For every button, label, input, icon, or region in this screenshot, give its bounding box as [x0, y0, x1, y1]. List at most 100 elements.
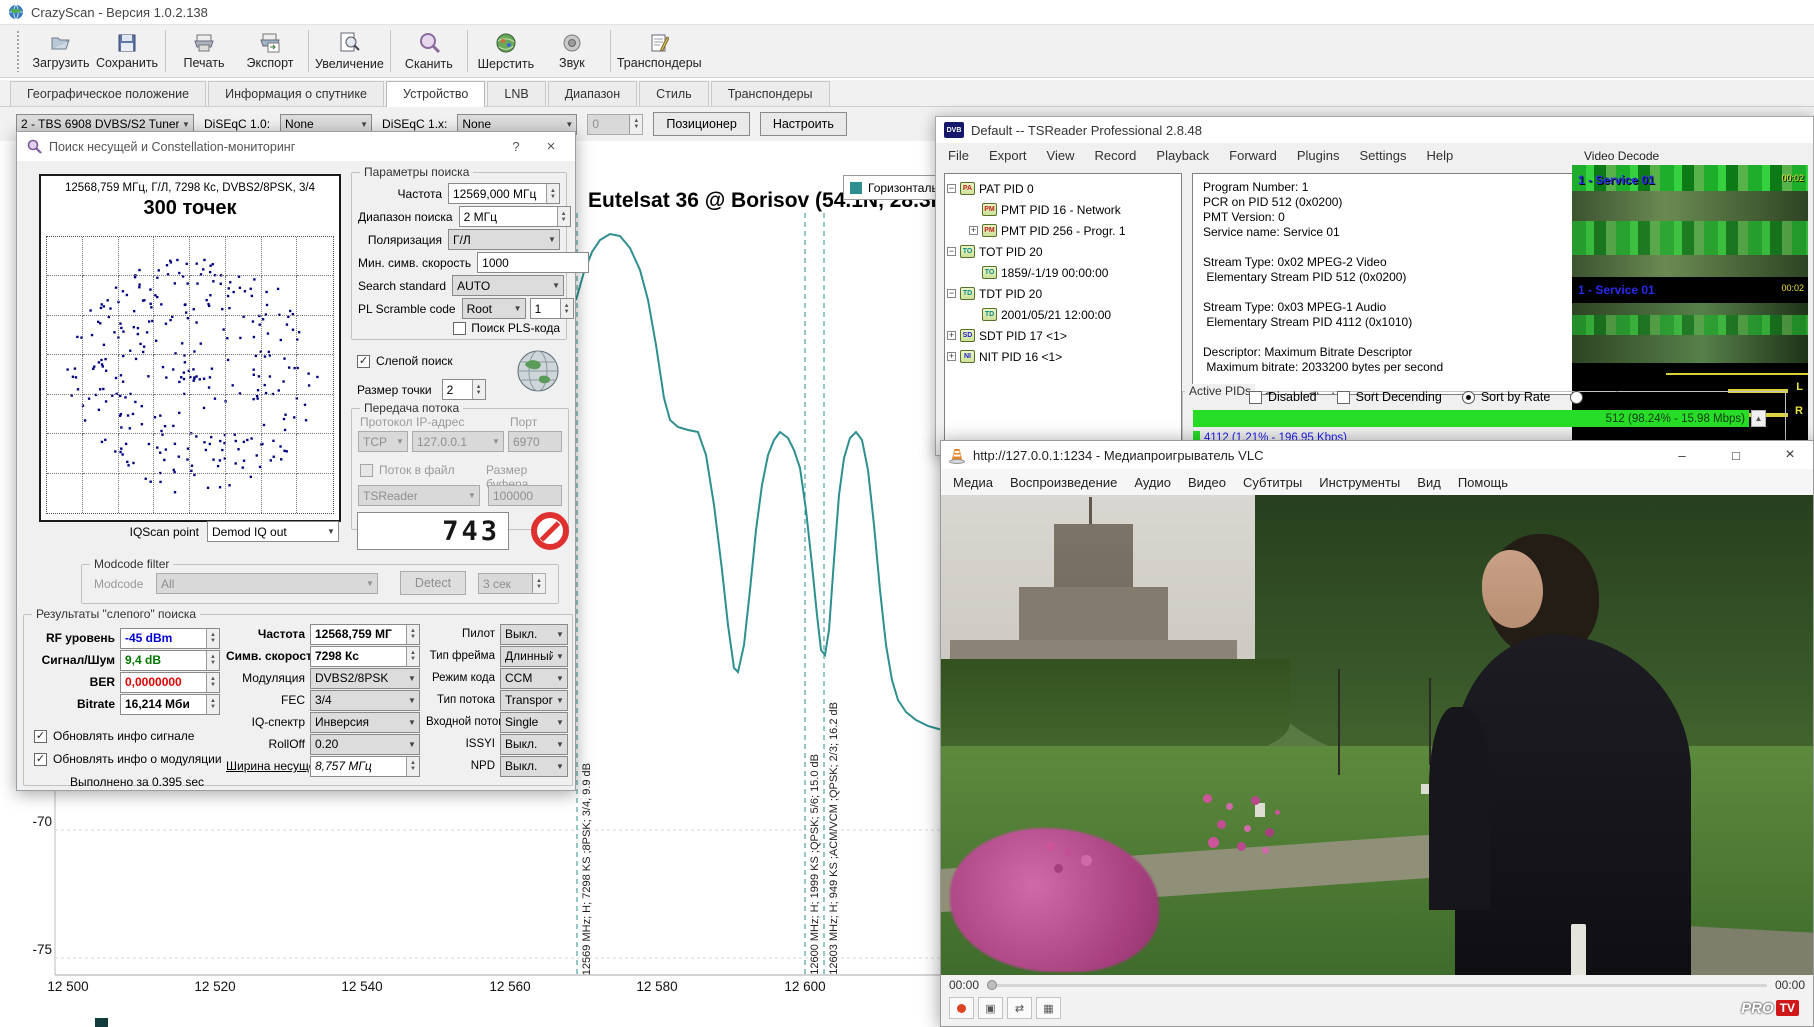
blind-search-checkbox[interactable] [357, 355, 370, 368]
spinner-icon[interactable]: ▲▼ [206, 651, 219, 670]
tree-expander-icon[interactable] [947, 289, 956, 298]
spinner-icon[interactable]: ▲▼ [406, 647, 419, 666]
port-input[interactable]: 6970 [508, 431, 562, 452]
zoom-button[interactable]: Увеличение [314, 27, 385, 75]
update-signal-checkbox[interactable] [34, 730, 47, 743]
menu-item[interactable]: View [1047, 148, 1075, 163]
pls-value-stepper[interactable]: 1▲▼ [530, 298, 574, 319]
menu-item[interactable]: Вид [1417, 475, 1441, 490]
result-freq-value[interactable]: 12568,759 МГ▲▼ [310, 624, 420, 645]
tree-item[interactable]: TO 1859/-1/19 00:00:00 [947, 262, 1179, 283]
sound-button[interactable]: Звук [539, 27, 605, 75]
carrier-width-label[interactable]: Ширина несущей [226, 759, 310, 773]
seek-slider[interactable] [987, 984, 1767, 987]
freq-input[interactable]: 12569,000 МГц▲▼ [448, 183, 560, 204]
frame-button[interactable]: ▦ [1036, 997, 1061, 1019]
pid-scroll-up-icon[interactable]: ▲ [1751, 410, 1766, 427]
spinner-icon[interactable]: ▲▼ [546, 184, 559, 203]
seek-handle[interactable] [987, 980, 997, 990]
menu-item[interactable]: Help [1426, 148, 1453, 163]
menu-item[interactable]: Forward [1229, 148, 1277, 163]
menu-item[interactable]: Помощь [1458, 475, 1508, 490]
tree-expander-icon[interactable] [947, 184, 956, 193]
detect-button[interactable]: Detect [400, 571, 466, 595]
disabled-checkbox[interactable] [1249, 391, 1262, 404]
menu-item[interactable]: Медиа [953, 475, 993, 490]
ber-value[interactable]: 0,0000000▲▼ [120, 672, 220, 693]
dialog-titlebar[interactable]: Поиск несущей и Constellation-мониторинг… [17, 132, 575, 161]
spinner-icon[interactable]: ▲▼ [560, 299, 573, 318]
tree-item[interactable]: NI NIT PID 16 <1> [947, 346, 1179, 367]
menu-item[interactable]: Plugins [1297, 148, 1340, 163]
spinner-icon[interactable]: ▲▼ [532, 574, 545, 593]
spinner-icon[interactable]: ▲▼ [206, 673, 219, 692]
loop-button[interactable]: ⇄ [1007, 997, 1032, 1019]
npd-select[interactable]: Выкл.▼ [500, 756, 568, 777]
modulation-select[interactable]: DVBS2/8PSK▼ [310, 668, 420, 689]
fec-select[interactable]: 3/4▼ [310, 690, 420, 711]
stream-type-select[interactable]: Transport▼ [500, 690, 568, 711]
range-input[interactable]: 2 МГц▲▼ [459, 206, 571, 227]
spinner-icon[interactable]: ▲▼ [206, 695, 219, 714]
spinner-icon[interactable]: ▲▼ [557, 207, 570, 226]
tab[interactable]: Географическое положение [10, 81, 206, 106]
tree-item[interactable]: SD SDT PID 17 <1> [947, 325, 1179, 346]
tree-expander-icon[interactable] [947, 352, 956, 361]
spinner-icon[interactable]: ▲▼ [472, 380, 485, 399]
menu-item[interactable]: Воспроизведение [1010, 475, 1117, 490]
tree-expander-icon[interactable] [969, 226, 978, 235]
save-button[interactable]: Сохранить [94, 27, 160, 75]
issyi-select[interactable]: Выкл.▼ [500, 734, 568, 755]
stop-icon[interactable] [531, 512, 569, 550]
symrate-value[interactable]: 7298 Кс▲▼ [310, 646, 420, 667]
export-button[interactable]: Экспорт [237, 27, 303, 75]
snapshot-button[interactable]: ▣ [978, 997, 1003, 1019]
load-button[interactable]: Загрузить [28, 27, 94, 75]
modcode-select[interactable]: All▼ [156, 573, 378, 594]
bitrate-value[interactable]: 16,214 Мби▲▼ [120, 694, 220, 715]
pilot-select[interactable]: Выкл.▼ [500, 624, 568, 645]
reader-select[interactable]: TSReader▼ [358, 485, 480, 506]
tree-item[interactable]: PA PAT PID 0 [947, 178, 1179, 199]
spinner-icon[interactable]: ▲▼ [206, 629, 219, 648]
tab[interactable]: Диапазон [548, 81, 637, 106]
menu-item[interactable]: Субтитры [1243, 475, 1302, 490]
polarization-select[interactable]: Г/Л▼ [448, 229, 560, 250]
close-icon[interactable]: × [1767, 441, 1813, 469]
rolloff-select[interactable]: 0.20▼ [310, 734, 420, 755]
sort-by-rate-radio[interactable] [1462, 391, 1475, 404]
maximize-icon[interactable]: □ [1713, 441, 1759, 469]
point-size-stepper[interactable]: 2▲▼ [442, 379, 486, 400]
positioner-button[interactable]: Позиционер [653, 112, 749, 136]
menu-item[interactable]: Record [1094, 148, 1136, 163]
input-stream-select[interactable]: Single▼ [500, 712, 568, 733]
tree-item[interactable]: TD 2001/05/21 12:00:00 [947, 304, 1179, 325]
spinner-icon[interactable]: ▲▼ [406, 757, 419, 776]
configure-button[interactable]: Настроить [760, 112, 847, 136]
tsreader-titlebar[interactable]: DVB Default -- TSReader Professional 2.8… [936, 117, 1813, 143]
tree-item[interactable]: TO TOT PID 20 [947, 241, 1179, 262]
tree-expander-icon[interactable] [947, 331, 956, 340]
print-button[interactable]: Печать [171, 27, 237, 75]
rf-value[interactable]: -45 dBm▲▼ [120, 628, 220, 649]
record-button[interactable] [949, 997, 974, 1019]
ip-select[interactable]: 127.0.0.1▼ [412, 431, 504, 452]
tab[interactable]: Транспондеры [711, 81, 830, 106]
buffer-input[interactable]: 100000 [488, 485, 562, 506]
menu-item[interactable]: Аудио [1134, 475, 1171, 490]
tab[interactable]: Устройство [386, 81, 485, 107]
carrier-width-value[interactable]: 8,757 МГц▲▼ [310, 756, 420, 777]
tab[interactable]: Информация о спутнике [208, 81, 384, 106]
vlc-titlebar[interactable]: http://127.0.0.1:1234 - Медиапроигрывате… [941, 441, 1813, 469]
detect-interval-stepper[interactable]: 3 сек▲▼ [478, 573, 546, 594]
tree-expander-icon[interactable] [947, 247, 956, 256]
sort-by-pid-radio[interactable] [1570, 391, 1583, 404]
search-standard-select[interactable]: AUTO▼ [452, 275, 564, 296]
sort-descending-checkbox[interactable] [1337, 391, 1350, 404]
minimize-icon[interactable]: – [1659, 441, 1705, 469]
tab[interactable]: Стиль [639, 81, 709, 106]
tree-item[interactable]: PM PMT PID 16 - Network [947, 199, 1179, 220]
menu-item[interactable]: File [948, 148, 969, 163]
iqscan-select[interactable]: Demod IQ out▼ [207, 521, 339, 542]
snr-value[interactable]: 9,4 dB▲▼ [120, 650, 220, 671]
